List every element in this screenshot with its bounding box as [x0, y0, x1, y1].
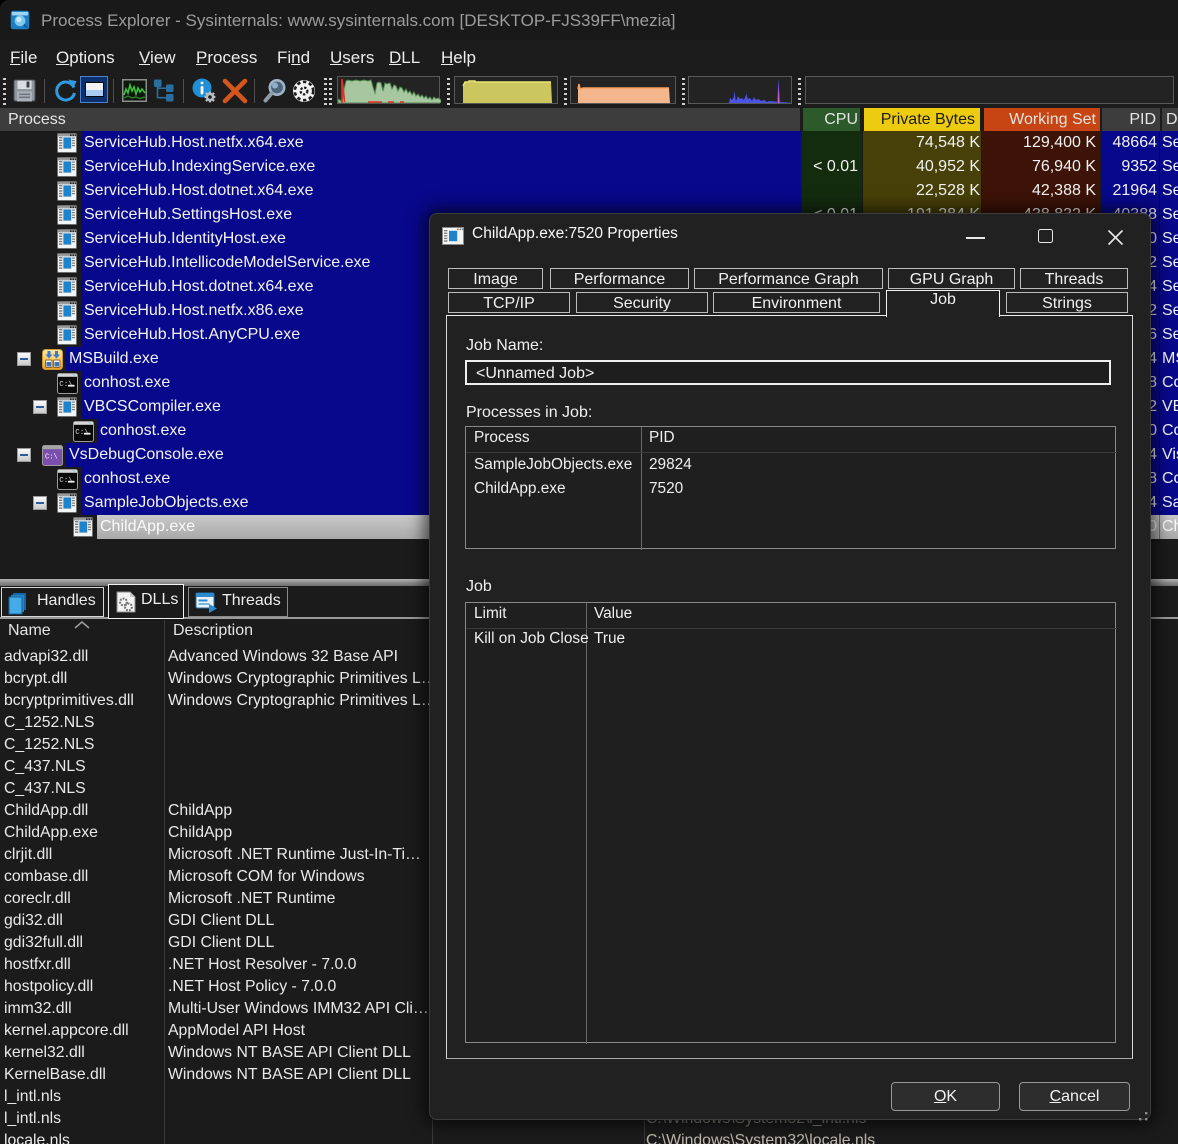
- svg-text:C:\: C:\: [45, 454, 58, 462]
